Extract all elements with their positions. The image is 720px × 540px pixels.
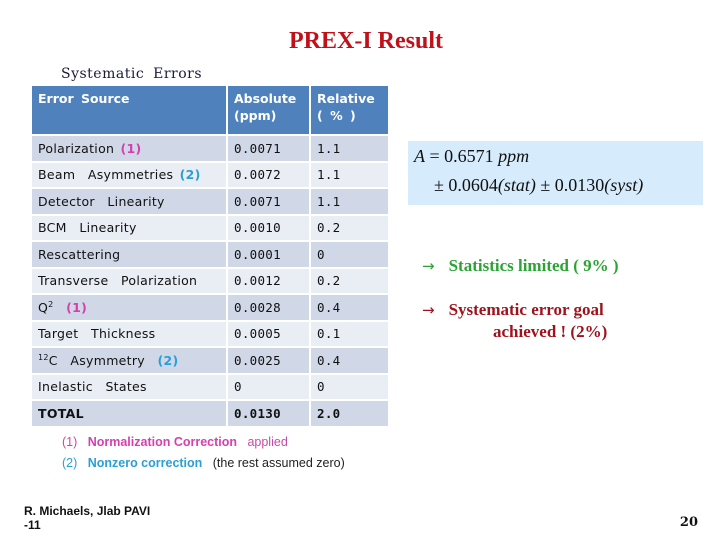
stat-label: (stat): [497, 175, 536, 195]
cell-relative: 0.1: [311, 321, 388, 346]
bullet-systematic-goal: → Systematic error goal achieved ! (2%): [422, 299, 607, 343]
footnote-2: (2) Nonzero correction (the rest assumed…: [62, 453, 345, 474]
cell-absolute: 0.0071: [228, 189, 309, 214]
cell-absolute: 0.0071: [228, 136, 309, 161]
source-label: BCM Linearity: [38, 220, 137, 236]
source-label: [54, 300, 67, 315]
footnote-2-marker: (2): [62, 456, 78, 470]
arrow-right-icon: →: [422, 257, 435, 275]
source-label: Transverse Polarization: [38, 273, 198, 289]
cell-error-source: Rescattering: [32, 242, 226, 267]
source-label: C Asymmetry: [48, 352, 158, 368]
cell-relative: 1.1: [311, 162, 388, 187]
cell-error-source: Beam Asymmetries (2): [32, 162, 226, 187]
source-label: Beam Asymmetries: [38, 167, 180, 183]
source-prefix: Q: [38, 299, 49, 315]
superscript: 12: [38, 352, 49, 362]
footer-author: R. Michaels, Jlab PAVI -11: [24, 504, 150, 532]
stat-error-value: ± 0.0604: [434, 175, 498, 195]
source-label: Inelastic States: [38, 379, 147, 395]
table-row: Transverse Polarization 0.0012 0.2: [32, 268, 388, 293]
cell-relative: 0.4: [311, 295, 388, 320]
bullet-2-text-line2: achieved ! (2%): [493, 322, 608, 341]
footnote-marker: (2): [157, 352, 179, 368]
cell-relative: 1.1: [311, 189, 388, 214]
source-label: Rescattering: [38, 246, 121, 262]
cell-error-source: BCM Linearity: [32, 215, 226, 240]
systematic-errors-table: Error Source Absolute (ppm) Relative( % )…: [30, 84, 390, 428]
cell-absolute: 0.0130: [228, 401, 309, 426]
formula-symbol: A: [414, 146, 425, 166]
header-relative: Relative( % ): [311, 86, 388, 134]
cell-relative: 0.2: [311, 268, 388, 293]
cell-error-source: Target Thickness: [32, 321, 226, 346]
table-row: Inelastic States 0 0: [32, 374, 388, 399]
asymmetry-result-formula: A = 0.6571 ppm ± 0.0604(stat) ± 0.0130(s…: [408, 141, 703, 205]
cell-absolute: 0: [228, 374, 309, 399]
cell-absolute: 0.0025: [228, 348, 309, 373]
table-row: Q2 (1) 0.0028 0.4: [32, 295, 388, 320]
footnote-2-text: Nonzero correction: [87, 456, 203, 470]
cell-absolute: 0.0001: [228, 242, 309, 267]
table-row: BCM Linearity 0.0010 0.2: [32, 215, 388, 240]
cell-relative: 0.2: [311, 215, 388, 240]
table-body: Polarization (1) 0.0071 1.1 Beam Asymmetrie…: [32, 136, 388, 426]
source-label: Detector Linearity: [38, 193, 165, 209]
footnote-marker: (2): [179, 167, 201, 183]
formula-unit: ppm: [498, 146, 530, 166]
source-label: Polarization: [38, 140, 121, 156]
cell-relative: 1.1: [311, 136, 388, 161]
cell-error-source: Q2 (1): [32, 295, 226, 320]
cell-error-source: Transverse Polarization: [32, 268, 226, 293]
footnote-marker: (1): [66, 299, 88, 315]
footnote-1-text: Normalization Correction: [87, 435, 238, 449]
footer-line-2: -11: [24, 518, 41, 532]
table-row: Detector Linearity 0.0071 1.1: [32, 189, 388, 214]
cell-absolute: 0.0028: [228, 295, 309, 320]
cell-error-source: Detector Linearity: [32, 189, 226, 214]
table-row: TOTAL 0.0130 2.0: [32, 401, 388, 426]
formula-line-1: A = 0.6571 ppm: [414, 146, 529, 167]
arrow-right-icon: →: [422, 301, 435, 319]
slide-title: PREX-I Result: [289, 28, 443, 54]
footer-line-1: R. Michaels, Jlab PAVI: [24, 504, 151, 518]
cell-error-source: Polarization (1): [32, 136, 226, 161]
header-absolute: Absolute (ppm): [228, 86, 309, 134]
bullet-statistics-limited: → Statistics limited ( 9% ): [422, 256, 619, 276]
cell-absolute: 0.0012: [228, 268, 309, 293]
table-row: Beam Asymmetries (2) 0.0072 1.1: [32, 162, 388, 187]
formula-line-2: ± 0.0604(stat) ± 0.0130(syst): [434, 175, 643, 196]
syst-label: (syst): [604, 175, 644, 195]
bullet-2-text-line1: Systematic error goal: [448, 300, 604, 319]
source-label: TOTAL: [38, 405, 84, 421]
header-error-source: Error Source: [32, 86, 226, 134]
table-row: Target Thickness 0.0005 0.1: [32, 321, 388, 346]
table-header-row: Error Source Absolute (ppm) Relative( % ): [32, 86, 388, 134]
footnote-1: (1) Normalization Correction applied: [62, 432, 345, 453]
table-row: 12C Asymmetry (2) 0.0025 0.4: [32, 348, 388, 373]
cell-error-source: TOTAL: [32, 401, 226, 426]
cell-relative: 2.0: [311, 401, 388, 426]
formula-value: = 0.6571: [425, 146, 499, 166]
table-row: Polarization (1) 0.0071 1.1: [32, 136, 388, 161]
bullet-1-text: Statistics limited ( 9% ): [448, 256, 619, 275]
syst-error-value: ± 0.0130: [535, 175, 605, 195]
table-title: Systematic Errors: [61, 66, 203, 82]
cell-relative: 0: [311, 374, 388, 399]
footnote-marker: (1): [120, 140, 142, 156]
cell-absolute: 0.0072: [228, 162, 309, 187]
cell-relative: 0.4: [311, 348, 388, 373]
cell-absolute: 0.0010: [228, 215, 309, 240]
cell-error-source: 12C Asymmetry (2): [32, 348, 226, 373]
source-label: Target Thickness: [38, 326, 156, 342]
cell-error-source: Inelastic States: [32, 374, 226, 399]
footnotes: (1) Normalization Correction applied (2)…: [62, 432, 345, 474]
cell-absolute: 0.0005: [228, 321, 309, 346]
cell-relative: 0: [311, 242, 388, 267]
footnote-1-marker: (1): [62, 435, 78, 449]
footnote-2-rest: (the rest assumed zero): [212, 456, 345, 470]
page-number: 20: [679, 515, 698, 530]
table-row: Rescattering 0.0001 0: [32, 242, 388, 267]
footnote-1-rest: applied: [247, 435, 288, 449]
